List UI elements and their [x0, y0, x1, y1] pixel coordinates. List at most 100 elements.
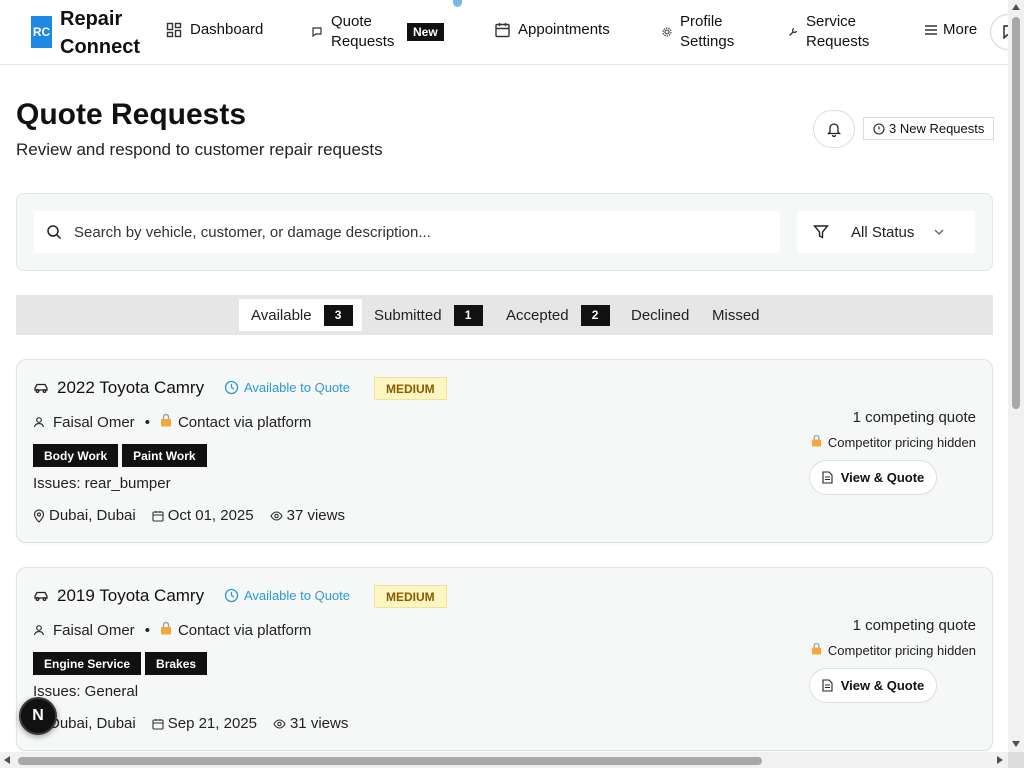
info-icon: [873, 122, 885, 135]
nav-dashboard[interactable]: Dashboard: [166, 21, 263, 38]
status-text: Available to Quote: [244, 588, 350, 603]
view-and-quote-button[interactable]: View & Quote: [809, 460, 937, 495]
filter-icon: [813, 225, 829, 239]
calendar-icon: [152, 510, 164, 522]
tab-available[interactable]: Available 3: [239, 299, 362, 331]
tab-label: Missed: [712, 306, 760, 324]
service-tag: Paint Work: [122, 444, 207, 467]
customer-row: Faisal Omer • Contact via platform: [33, 413, 311, 431]
vertical-scroll-thumb[interactable]: [1012, 17, 1020, 409]
nav-appointments-label: Appointments: [518, 21, 610, 38]
view-and-quote-label: View & Quote: [840, 470, 925, 485]
customer-name: Faisal Omer: [53, 621, 135, 639]
lock-icon: [811, 434, 822, 450]
nav-service-requests[interactable]: Service Requests: [788, 12, 876, 52]
nav-dashboard-label: Dashboard: [190, 21, 264, 38]
competing-quotes: 1 competing quote: [852, 617, 976, 634]
search-input[interactable]: [74, 223, 754, 241]
filter-panel: All Status: [16, 193, 993, 271]
tab-accepted[interactable]: Accepted 2: [506, 299, 610, 331]
view-and-quote-button[interactable]: View & Quote: [809, 668, 937, 703]
status-text: Available to Quote: [244, 380, 350, 395]
status-filter-select[interactable]: All Status: [797, 211, 975, 253]
card-title: 2019 Toyota Camry: [33, 586, 204, 606]
tab-missed[interactable]: Missed: [712, 299, 760, 331]
nav-quote-requests-label: Quote Requests: [331, 13, 395, 50]
tab-label: Declined: [631, 306, 690, 324]
scroll-left-icon[interactable]: [4, 756, 10, 764]
search-icon: [47, 225, 62, 240]
nav-service-requests-label: Service Requests: [806, 13, 870, 50]
quote-request-card[interactable]: 2019 Toyota Camry Available to Quote MED…: [16, 567, 993, 751]
tab-submitted[interactable]: Submitted 1: [374, 299, 483, 331]
eye-icon: [270, 510, 283, 521]
scroll-right-icon[interactable]: [997, 756, 1003, 764]
new-requests-badge: 3 New Requests: [863, 117, 995, 140]
notifications-button[interactable]: [813, 110, 855, 148]
date-item: Oct 01, 2025: [152, 507, 254, 524]
contact-text: Contact via platform: [177, 621, 312, 639]
logo-icon[interactable]: RC: [31, 16, 52, 48]
tab-label: Submitted: [374, 306, 442, 324]
separator-dot: •: [144, 413, 150, 431]
horizontal-scrollbar[interactable]: [0, 752, 1008, 768]
car-icon: [33, 382, 49, 394]
service-tag: Brakes: [145, 652, 208, 675]
pricing-hidden-text: Competitor pricing hidden: [827, 642, 976, 658]
nav-quote-requests[interactable]: Quote Requests New: [311, 12, 444, 52]
customer-row: Faisal Omer • Contact via platform: [33, 621, 311, 639]
service-tags: Body Work Paint Work: [33, 444, 211, 467]
card-title: 2022 Toyota Camry: [33, 378, 204, 398]
priority-badge: MEDIUM: [374, 377, 447, 400]
meta-row: Dubai, Dubai Oct 01, 2025 37 views: [33, 507, 361, 524]
clock-icon: [224, 380, 239, 395]
view-and-quote-label: View & Quote: [840, 678, 925, 693]
nav-more[interactable]: More: [924, 21, 977, 38]
meta-row: Dubai, Dubai Sep 21, 2025 31 views: [33, 715, 364, 732]
issues-text: Issues: rear_bumper: [33, 475, 171, 492]
page-title: Quote Requests: [16, 98, 247, 131]
quote-request-card[interactable]: 2022 Toyota Camry Available to Quote MED…: [16, 359, 993, 543]
competition-info: 1 competing quote Competitor pricing hid…: [811, 408, 976, 450]
new-badge: New: [407, 23, 444, 41]
nav-more-label: More: [943, 21, 978, 38]
date-item: Sep 21, 2025: [152, 715, 257, 732]
document-icon: [822, 471, 833, 484]
tab-count-badge: 2: [580, 304, 610, 326]
service-tags: Engine Service Brakes: [33, 652, 211, 675]
nav-appointments[interactable]: Appointments: [495, 21, 610, 38]
vertical-scrollbar[interactable]: [1008, 0, 1024, 768]
dev-tools-button[interactable]: N: [19, 697, 57, 735]
message-icon: [311, 26, 323, 38]
status-label: Available to Quote: [224, 380, 350, 395]
lock-icon: [811, 642, 822, 658]
priority-badge: MEDIUM: [374, 585, 447, 608]
status-label: Available to Quote: [224, 588, 350, 603]
tab-label: Available: [251, 306, 312, 324]
calendar-icon: [152, 718, 164, 730]
issues-text: Issues: General: [33, 683, 139, 700]
pricing-hidden-text: Competitor pricing hidden: [827, 434, 976, 450]
contact-text: Contact via platform: [177, 413, 312, 431]
vehicle-name: 2019 Toyota Camry: [57, 586, 205, 605]
horizontal-scroll-thumb[interactable]: [18, 757, 762, 765]
wrench-icon: [788, 27, 798, 37]
competition-info: 1 competing quote Competitor pricing hid…: [811, 616, 976, 658]
nav-profile-settings[interactable]: Profile Settings: [662, 12, 744, 52]
tab-declined[interactable]: Declined: [631, 299, 689, 331]
scroll-up-icon[interactable]: [1012, 4, 1020, 10]
search-box[interactable]: [34, 211, 780, 253]
service-tag: Body Work: [33, 444, 119, 467]
logo-text[interactable]: Repair Connect: [60, 5, 150, 61]
user-icon: [33, 417, 45, 428]
date-text: Oct 01, 2025: [167, 507, 254, 524]
scroll-down-icon[interactable]: [1012, 741, 1020, 747]
calendar-icon: [495, 22, 510, 38]
location-pin-icon: [33, 508, 45, 523]
pricing-hidden-note: Competitor pricing hidden: [811, 434, 976, 450]
menu-icon: [924, 24, 938, 36]
gear-icon: [662, 27, 672, 37]
document-icon: [822, 679, 833, 692]
pricing-hidden-note: Competitor pricing hidden: [811, 642, 976, 658]
top-navbar: RC Repair Connect Dashboard Quote Reques…: [0, 0, 1024, 65]
